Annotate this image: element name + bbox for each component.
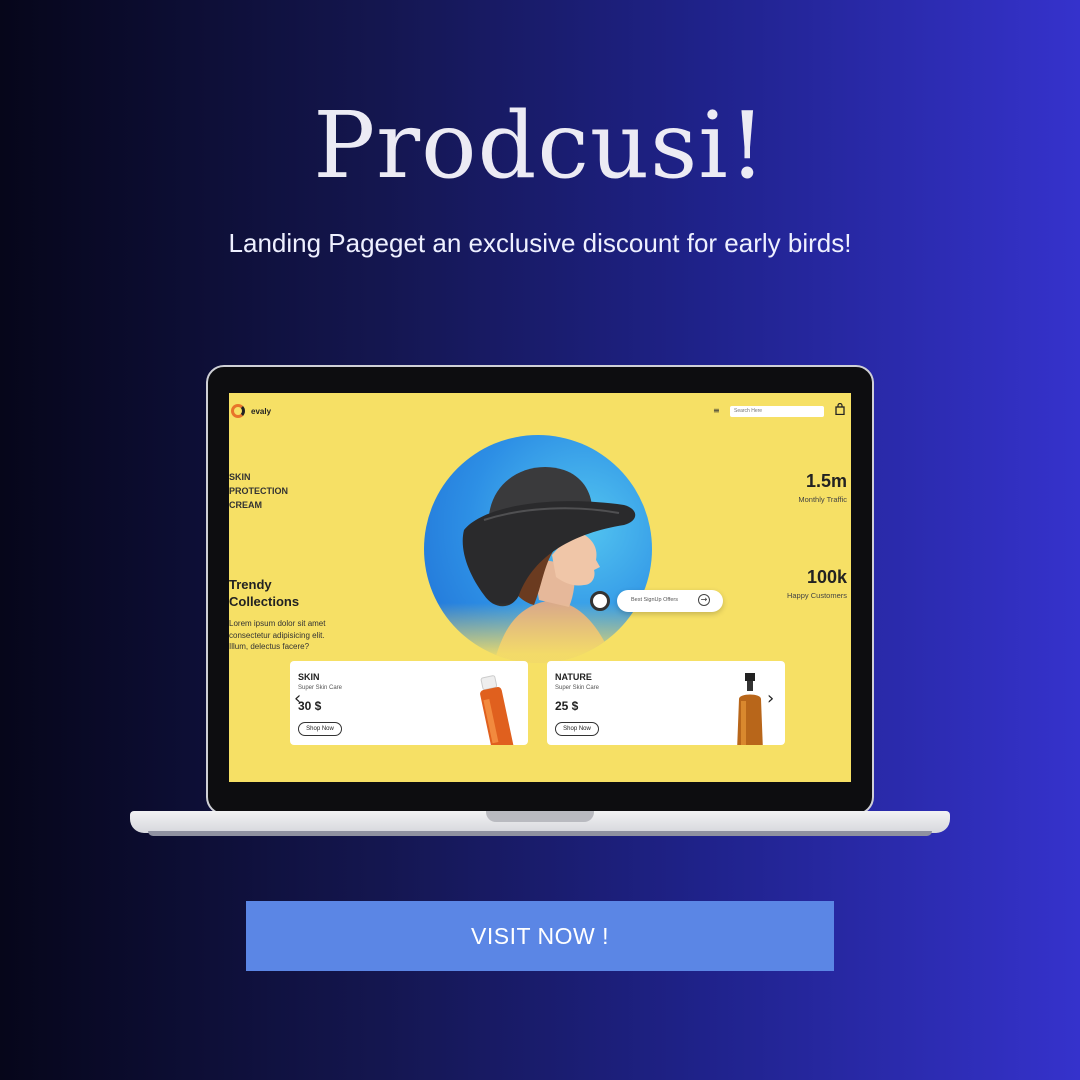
hero-tag-line: CREAM — [229, 500, 262, 510]
section-body-line: Illum, delectus facere? — [229, 642, 310, 651]
search-input[interactable] — [730, 406, 824, 417]
hero-fade — [424, 603, 652, 663]
product-card-nature[interactable]: NATURE Super Skin Care 25 $ Shop Now — [547, 661, 785, 745]
laptop-notch — [486, 811, 594, 822]
visit-now-button[interactable]: VISIT NOW ! — [246, 901, 834, 971]
stat-value: 1.5m — [805, 471, 847, 491]
section-body-line: Lorem ipsum dolor sit amet — [229, 619, 326, 628]
arrow-right-icon: → — [698, 594, 710, 606]
shop-now-button[interactable]: Shop Now — [555, 722, 599, 736]
chevron-right-icon[interactable]: › — [767, 688, 774, 709]
menu-icon[interactable]: ≡ — [713, 407, 720, 415]
product-card-skin[interactable]: SKIN Super Skin Care 30 $ Shop Now — [290, 661, 528, 745]
logo-text: evaly — [251, 406, 272, 416]
section-body: Lorem ipsum dolor sit amet consectetur a… — [229, 618, 347, 653]
product-price: 25 $ — [555, 699, 579, 713]
signup-offers-button[interactable]: Best SignUp Offers → — [617, 590, 723, 612]
headline: Prodcusi! — [313, 92, 767, 199]
hero-tag-line: PROTECTION — [229, 486, 289, 496]
signup-offers-label: Best SignUp Offers — [631, 597, 678, 603]
shop-now-button[interactable]: Shop Now — [298, 722, 342, 736]
section-body-line: consectetur adipisicing elit. — [229, 630, 325, 640]
subheadline: Landing Pageget an exclusive discount fo… — [228, 228, 852, 258]
stat-happy-customers: 100k Happy Customers — [787, 567, 847, 600]
stat-monthly-traffic: 1.5m Monthly Traffic — [798, 471, 847, 504]
laptop-base-shadow — [148, 831, 932, 836]
stat-label: Happy Customers — [786, 591, 847, 600]
product-price: 30 $ — [298, 699, 322, 713]
cart-icon[interactable] — [590, 591, 610, 611]
hero-tagline: SKIN PROTECTION CREAM — [229, 470, 319, 512]
laptop-screen: evaly ≡ SKIN PROTECTION CREAM Trendy Col… — [229, 393, 851, 782]
hero-tag-line: SKIN — [229, 472, 251, 482]
stat-label: Monthly Traffic — [798, 495, 847, 504]
product-subtitle: Super Skin Care — [555, 685, 600, 691]
site-logo[interactable]: evaly — [231, 404, 271, 418]
product-name: NATURE — [555, 672, 592, 682]
serum-bottle-image — [480, 675, 514, 745]
shopping-bag-icon[interactable] — [835, 403, 845, 415]
product-subtitle: Super Skin Care — [298, 685, 343, 691]
product-name: SKIN — [298, 672, 320, 682]
stat-value: 100k — [806, 567, 847, 587]
chevron-left-icon[interactable]: ‹ — [294, 688, 301, 709]
section-title-line: Collections — [229, 594, 300, 609]
section-title-line: Trendy — [229, 577, 272, 592]
logo-icon — [231, 404, 245, 418]
section-title: Trendy Collections — [229, 576, 319, 610]
